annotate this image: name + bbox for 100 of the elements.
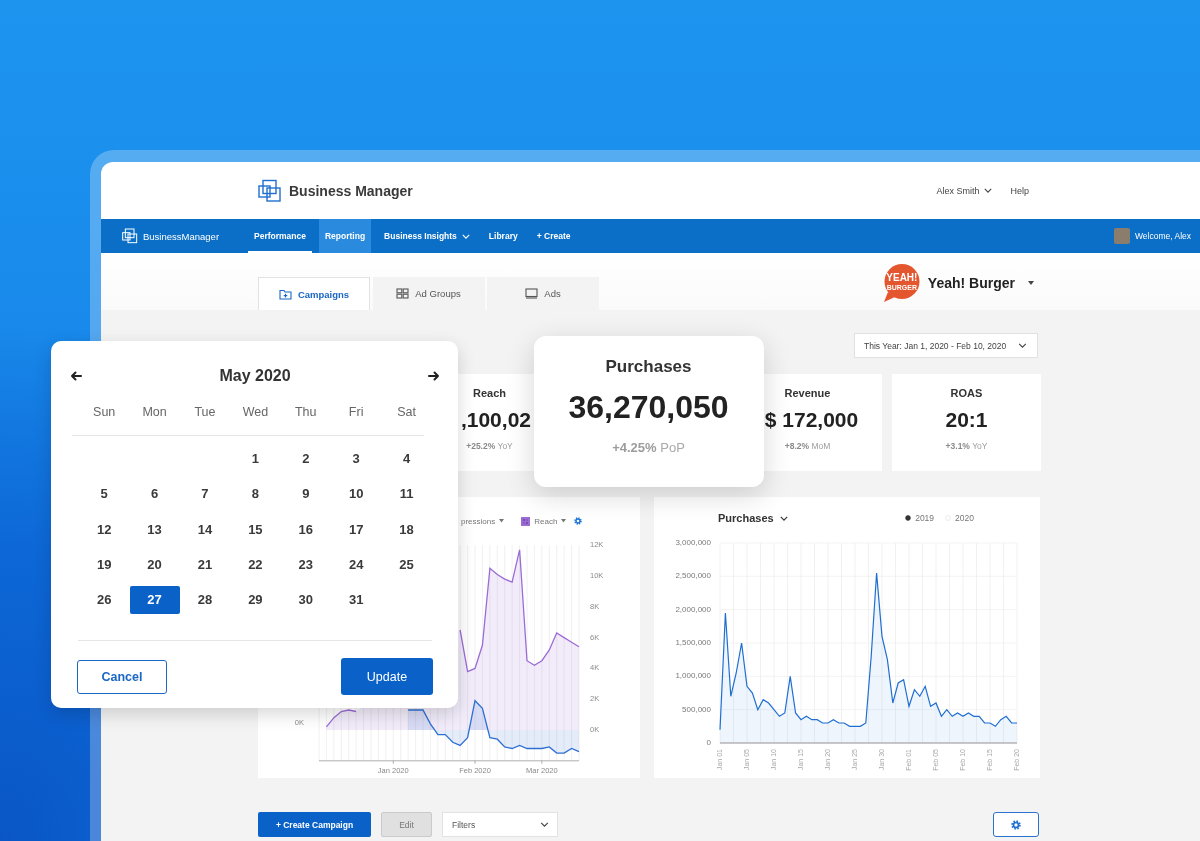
kpi-change: +3.1% YoY — [945, 441, 988, 451]
kpi-title: Purchases — [605, 357, 692, 377]
caret-icon — [561, 519, 567, 523]
calendar-day[interactable]: 22 — [230, 550, 281, 579]
account-switcher[interactable]: Yeah! Burger — [927, 274, 1034, 291]
speech-bubble-icon — [881, 262, 920, 303]
calendar-day[interactable]: 29 — [230, 585, 281, 614]
calendar-day[interactable]: 21 — [179, 550, 230, 579]
chevron-down-icon — [779, 515, 788, 521]
kpi-value: 20:1 — [945, 408, 988, 432]
calendar-day[interactable]: 18 — [381, 515, 432, 544]
calendar-day[interactable]: 2 — [280, 444, 331, 473]
calendar-day[interactable]: 11 — [381, 479, 432, 508]
chevron-down-icon — [540, 822, 549, 827]
weekday-label: Sun — [92, 405, 117, 419]
calendar-day[interactable]: 26 — [79, 585, 130, 614]
calendar-day[interactable]: 13 — [129, 515, 180, 544]
update-button[interactable]: Update — [341, 658, 433, 696]
date-range-dropdown[interactable]: This Year: Jan 1, 2020 - Feb 10, 2020 — [854, 333, 1038, 358]
weekday-label: Thu — [294, 405, 318, 419]
calendar-day[interactable]: 31 — [331, 585, 382, 614]
kpi-title: ROAS — [950, 387, 983, 399]
chevron-down-icon — [1018, 343, 1027, 348]
calendar-day[interactable]: 24 — [331, 550, 382, 579]
calendar-day[interactable]: 23 — [280, 550, 331, 579]
nav-brand-name: BusinessManager — [143, 230, 220, 242]
axis-tick-label: 2,000,000 — [675, 604, 711, 614]
nav-item[interactable]: + Create — [530, 219, 577, 253]
calendar-day[interactable]: 12 — [79, 515, 130, 544]
kpi-value: ,100,02 — [460, 408, 532, 432]
nav-item[interactable]: Library — [482, 219, 524, 253]
weekday-label: Wed — [241, 405, 270, 419]
calendar-day[interactable]: 16 — [280, 515, 331, 544]
calendar-day[interactable]: 19 — [79, 550, 130, 579]
help-link[interactable]: Help — [1010, 185, 1029, 196]
calendar-month-title: May 2020 — [218, 367, 292, 385]
caret-icon — [1028, 280, 1034, 285]
metric-dropdown[interactable]: Purchases — [718, 512, 788, 524]
settings-icon — [1011, 819, 1021, 830]
kpi-value: $ 172,000 — [763, 408, 859, 432]
caret-icon — [499, 519, 505, 523]
legend-toggle[interactable]: Reach — [521, 516, 567, 526]
calendar-day[interactable]: 25 — [381, 550, 432, 579]
axis-tick-label: 1,000,000 — [675, 671, 711, 681]
nav-item[interactable]: Reporting — [318, 219, 372, 253]
calendar-day[interactable]: 14 — [179, 515, 230, 544]
axis-tick-label: 500,000 — [682, 704, 711, 714]
calendar-day[interactable]: 7 — [179, 479, 230, 508]
legend-item[interactable]: 2019 — [905, 513, 935, 523]
avatar-placeholder — [1113, 228, 1130, 244]
calendar-day[interactable]: 10 — [331, 479, 382, 508]
tab[interactable]: Ads — [487, 277, 599, 310]
logo-text: YEAH! — [885, 271, 919, 283]
kpi-change: +8.2% MoM — [784, 441, 831, 451]
calendar-day[interactable]: 6 — [129, 479, 180, 508]
weekday-label: Tue — [193, 405, 217, 419]
chevron-down-icon — [984, 188, 993, 193]
kpi-value: 36,270,050 — [568, 389, 729, 426]
settings-icon[interactable] — [574, 517, 583, 525]
user-menu[interactable]: Alex Smith — [936, 185, 993, 196]
axis-tick-label: 0 — [706, 738, 711, 748]
grid-icon — [396, 288, 410, 299]
kpi-change: +25.2% YoY — [466, 441, 513, 451]
calendar-day[interactable]: 8 — [230, 479, 281, 508]
tab[interactable]: Campaigns — [258, 277, 370, 310]
settings-button[interactable] — [993, 812, 1039, 837]
calendar-day[interactable]: 5 — [79, 479, 130, 508]
kpi-title: Reach — [473, 387, 506, 399]
weekday-label: Mon — [141, 405, 168, 419]
legend-item[interactable]: 2020 — [945, 513, 974, 523]
axis-tick-label: 2,500,000 — [675, 571, 711, 581]
calendar-day[interactable]: 15 — [230, 515, 281, 544]
calendar-day[interactable]: 30 — [280, 585, 331, 614]
squares-logo-icon — [258, 178, 282, 203]
squares-logo-icon — [122, 228, 138, 244]
tab[interactable]: Ad Groups — [372, 277, 485, 310]
arrow-left-icon[interactable] — [70, 371, 82, 381]
calendar-day[interactable]: 27 — [129, 585, 180, 614]
folder-plus-icon — [278, 288, 292, 300]
cancel-button[interactable]: Cancel — [77, 660, 167, 694]
calendar-day[interactable]: 17 — [331, 515, 382, 544]
kpi-change: +4.25% PoP — [612, 440, 685, 455]
legend-toggle[interactable]: pressions — [461, 516, 505, 526]
axis-tick-label: 3,000,000 — [675, 538, 711, 548]
calendar-day[interactable]: 9 — [280, 479, 331, 508]
calendar-day[interactable]: 4 — [381, 444, 432, 473]
monitor-icon — [525, 288, 539, 299]
calendar-day[interactable]: 28 — [179, 585, 230, 614]
account-link[interactable]: Welcome, Alex — [1113, 219, 1191, 253]
calendar-day[interactable]: 20 — [129, 550, 180, 579]
weekday-label: Sat — [396, 405, 417, 419]
kpi-title: Revenue — [784, 387, 831, 399]
app-title: Business Manager — [289, 182, 413, 199]
weekday-label: Fri — [347, 405, 365, 419]
filter-dropdown[interactable]: Filters — [442, 812, 558, 837]
create-button[interactable]: + Create Campaign — [258, 812, 371, 837]
nav-item[interactable]: Business Insights — [378, 219, 476, 253]
calendar-day[interactable]: 1 — [230, 444, 281, 473]
calendar-day[interactable]: 3 — [331, 444, 382, 473]
arrow-right-icon[interactable] — [428, 371, 440, 381]
